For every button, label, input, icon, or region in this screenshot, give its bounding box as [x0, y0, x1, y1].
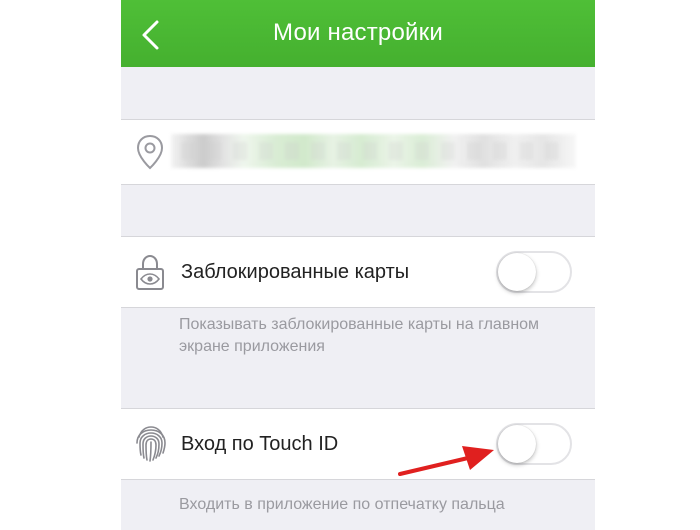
location-pin-icon — [136, 134, 164, 170]
setting-label: Вход по Touch ID — [181, 433, 339, 455]
divider — [121, 479, 595, 480]
lock-eye-icon — [136, 254, 164, 290]
fingerprint-icon — [136, 426, 166, 462]
setting-description: Входить в приложение по отпечатку пальца — [179, 496, 505, 513]
nav-bar: Мои настройки — [121, 0, 595, 67]
address-value-redacted — [171, 134, 576, 168]
setting-description: Показывать заблокированные карты на глав… — [179, 316, 540, 355]
blocked-cards-toggle[interactable] — [496, 251, 572, 293]
divider — [121, 307, 595, 308]
divider — [121, 184, 595, 185]
setting-label: Заблокированные карты — [181, 261, 410, 283]
red-arrow-icon — [398, 446, 494, 476]
address-row[interactable] — [121, 120, 595, 184]
setting-row-touch-id: Вход по Touch ID — [121, 409, 595, 479]
toggle-knob — [498, 253, 536, 291]
setting-row-blocked-cards: Заблокированные карты — [121, 237, 595, 307]
settings-screen: Мои настройки Заблокированные карты Пока… — [121, 0, 595, 530]
page-title: Мои настройки — [273, 19, 443, 46]
